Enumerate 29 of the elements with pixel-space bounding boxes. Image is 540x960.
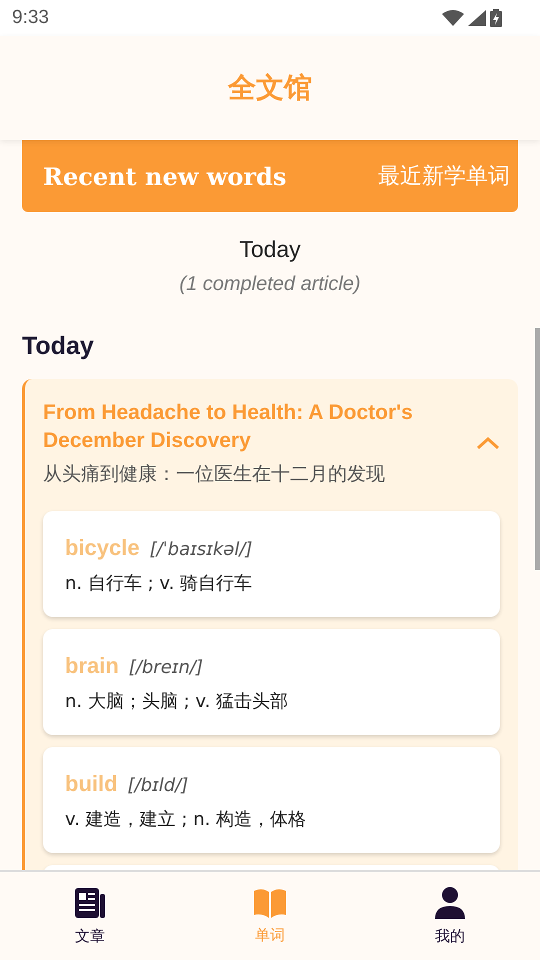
banner-title: Recent new words — [43, 162, 286, 190]
status-time: 9:33 — [12, 7, 49, 29]
phonetic: [/ˈbaɪsɪkəl/] — [150, 539, 252, 560]
word-card[interactable]: bicycle [/ˈbaɪsɪkəl/] n. 自行车 ; v. 骑自行车 — [43, 511, 500, 617]
word-card[interactable]: build [/bɪld/] v. 建造，建立 ; n. 构造，体格 — [43, 747, 500, 853]
book-icon — [253, 888, 287, 918]
chevron-up-icon[interactable] — [476, 436, 500, 450]
section-title: Today — [22, 332, 95, 361]
word-card[interactable]: brain [/breɪn/] n. 大脑；头脑 ; v. 猛击头部 — [43, 629, 500, 735]
battery-icon — [490, 9, 502, 27]
app-title: 全文馆 — [228, 70, 312, 106]
summary-day: Today — [239, 236, 301, 263]
article-translation: 从头痛到健康：一位医生在十二月的发现 — [43, 462, 386, 487]
completed-count: (1 completed article) — [179, 273, 361, 296]
word: build — [65, 771, 118, 797]
phonetic: [/breɪn/] — [128, 657, 203, 678]
word: bicycle — [65, 535, 140, 561]
phonetic: [/bɪld/] — [128, 775, 188, 796]
word-meaning: n. 自行车 ; v. 骑自行车 — [65, 572, 254, 595]
newspaper-icon — [74, 886, 106, 918]
person-icon — [435, 886, 465, 918]
nav-tab[interactable]: 我的 — [400, 880, 500, 952]
word: brain — [65, 653, 119, 679]
word-meaning: n. 大脑；头脑 ; v. 猛击头部 — [65, 690, 290, 713]
nav-tab[interactable]: 文章 — [40, 880, 140, 952]
signal-icon — [468, 10, 486, 26]
word-meaning: v. 建造，建立 ; n. 构造，体格 — [65, 808, 308, 831]
banner-subtitle: 最近新学单词 — [378, 163, 510, 191]
wifi-icon — [442, 10, 464, 26]
